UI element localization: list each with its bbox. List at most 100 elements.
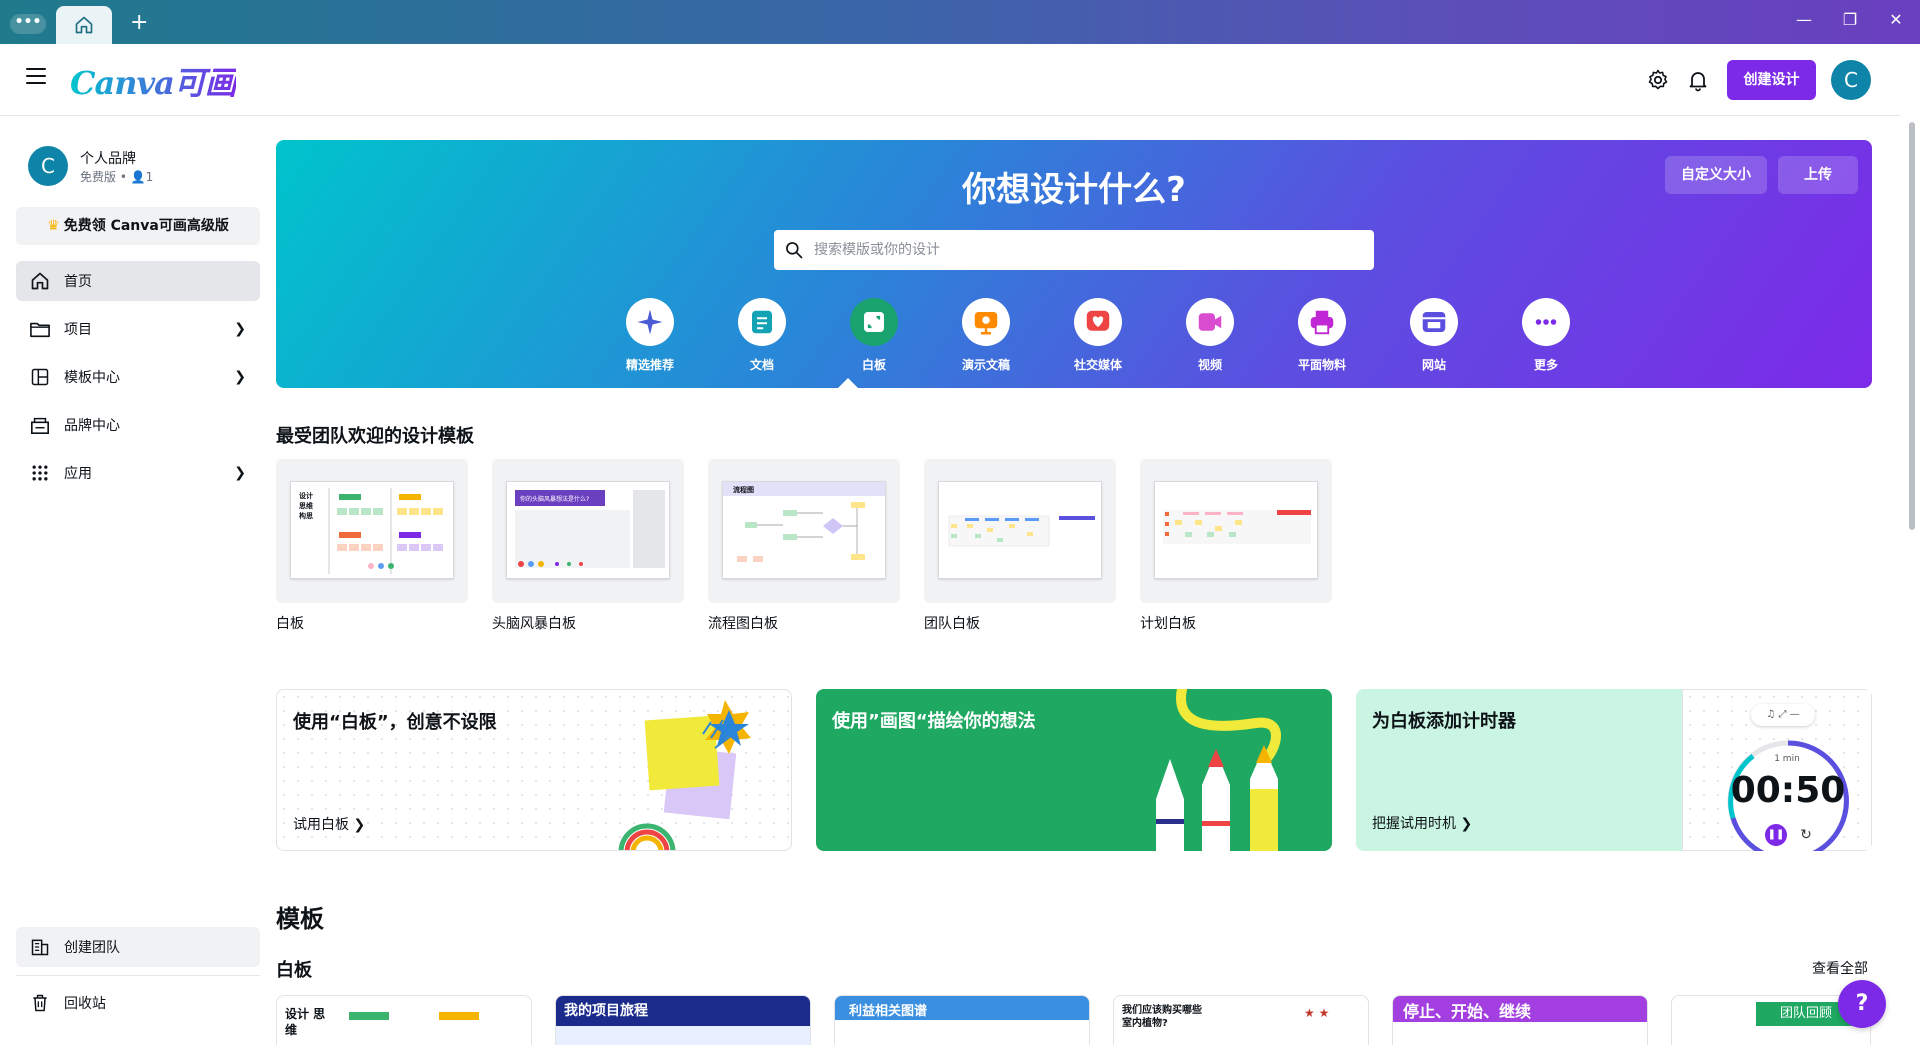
- printer-icon: [1298, 298, 1346, 346]
- template-card-title: 设计 思维: [285, 1007, 326, 1037]
- category-social-media[interactable]: 社交媒体: [1048, 298, 1148, 373]
- template-card-flowchart[interactable]: 流程图 流程图白板: [708, 459, 900, 633]
- template-thumbnail: 设计 思维 构思: [276, 459, 468, 603]
- sidebar-item-label: 模板中心: [64, 370, 120, 386]
- brand-icon: [28, 413, 52, 437]
- template-thumbnail: [924, 459, 1116, 603]
- template-card-team-whiteboard[interactable]: 团队白板: [924, 459, 1116, 633]
- upgrade-pro-button[interactable]: ♛ 免费领 Canva可画高级版: [16, 207, 260, 245]
- timer-duration-label: 1 min: [1774, 754, 1800, 764]
- team-avatar: C: [28, 146, 68, 186]
- sidebar-item-templates[interactable]: 模板中心 ❯: [16, 357, 260, 397]
- category-for-you[interactable]: 精选推荐: [600, 298, 700, 373]
- chevron-right-icon: ❯: [234, 369, 246, 385]
- markers-illustration: [1156, 689, 1281, 851]
- home-icon: [75, 16, 93, 34]
- plan-whiteboard-preview: [1154, 481, 1318, 579]
- sidebar-divider: [16, 975, 260, 976]
- reset-icon[interactable]: ↻: [1795, 824, 1817, 846]
- close-button[interactable]: ✕: [1884, 10, 1908, 29]
- sidebar-item-create-team[interactable]: 创建团队: [16, 927, 260, 967]
- settings-icon[interactable]: [1646, 68, 1670, 92]
- category-label: 白板: [861, 358, 886, 372]
- category-label: 社交媒体: [1073, 358, 1122, 372]
- sidebar-item-projects[interactable]: 项目 ❯: [16, 309, 260, 349]
- category-bar: 精选推荐 文档 白板 演示文稿 社交媒体 视频 平面物料 网站 更多: [600, 298, 1570, 378]
- template-card[interactable]: 停止、开始、继续: [1392, 995, 1648, 1045]
- scrollbar-thumb[interactable]: [1909, 122, 1915, 530]
- sidebar-item-label: 项目: [64, 322, 92, 338]
- sidebar-item-apps[interactable]: 应用 ❯: [16, 453, 260, 493]
- chevron-right-icon: ❯: [234, 321, 246, 337]
- upload-button[interactable]: 上传: [1778, 156, 1858, 194]
- chevron-right-icon: ❯: [234, 465, 246, 481]
- sidebar-item-brand[interactable]: 品牌中心: [16, 405, 260, 445]
- template-card-brainstorm[interactable]: 你的头脑风暴想法是什么? 头脑风暴白板: [492, 459, 684, 633]
- promo-title: 使用“白板”，创意不设限: [293, 712, 497, 733]
- category-whiteboard[interactable]: 白板: [824, 298, 924, 373]
- category-label: 平面物料: [1297, 358, 1346, 372]
- sidebar: C 个人品牌 免费版 • 👤1 ♛ 免费领 Canva可画高级版 首页 项目 ❯ …: [0, 117, 272, 1040]
- timer-panel: ♫ ⤢ — 1 min 00:50 ❚❚ ↻: [1682, 689, 1872, 851]
- menu-icon[interactable]: [26, 68, 46, 84]
- minimize-button[interactable]: —: [1792, 10, 1816, 29]
- restore-button[interactable]: ❐: [1838, 10, 1862, 29]
- template-card-label: 白板: [276, 616, 304, 632]
- svg-text:思维: 思维: [299, 501, 313, 510]
- promo-card-draw[interactable]: 使用”画图“描绘你的想法: [816, 689, 1332, 851]
- canva-logo[interactable]: Canva可画: [70, 58, 237, 104]
- template-card-title: 我的项目旅程: [564, 1003, 648, 1019]
- promo-link[interactable]: 把握试用时机 ❯: [1372, 813, 1472, 833]
- timer-toolbar: ♫ ⤢ —: [1751, 704, 1815, 726]
- template-thumbnail: 你的头脑风暴想法是什么?: [492, 459, 684, 603]
- category-presentations[interactable]: 演示文稿: [936, 298, 1036, 373]
- see-all-link[interactable]: 查看全部: [1812, 958, 1868, 978]
- search-bar[interactable]: [774, 230, 1374, 270]
- promo-card-timer[interactable]: 为白板添加计时器 把握试用时机 ❯ ♫ ⤢ — 1 min 00:50 ❚❚ ↻: [1356, 689, 1872, 851]
- browser-menu-button[interactable]: •••: [10, 14, 46, 34]
- template-card[interactable]: 利益相关图谱: [834, 995, 1090, 1045]
- template-thumbnail: [1140, 459, 1332, 603]
- category-video[interactable]: 视频: [1160, 298, 1260, 373]
- promo-link-label: 试用白板: [293, 817, 349, 833]
- category-docs[interactable]: 文档: [712, 298, 812, 373]
- sidebar-item-label: 应用: [64, 466, 92, 482]
- template-card[interactable]: 我们应该购买哪些室内植物? ★ ★: [1113, 995, 1369, 1045]
- team-plan: 免费版 • 👤1: [80, 170, 154, 184]
- create-design-button[interactable]: 创建设计: [1727, 60, 1816, 100]
- category-more[interactable]: 更多: [1496, 298, 1596, 373]
- custom-size-button[interactable]: 自定义大小: [1665, 156, 1767, 194]
- template-card-whiteboard[interactable]: 设计 思维 构思 白板: [276, 459, 468, 633]
- promo-link-label: 把握试用时机: [1372, 816, 1456, 832]
- whiteboard-icon: [850, 298, 898, 346]
- template-card-decor: [1393, 1022, 1647, 1045]
- template-card-plan-whiteboard[interactable]: 计划白板: [1140, 459, 1332, 633]
- sidebar-item-trash[interactable]: 回收站: [16, 983, 260, 1023]
- new-tab-button[interactable]: +: [130, 10, 148, 35]
- pause-button[interactable]: ❚❚: [1765, 824, 1787, 846]
- template-card[interactable]: 我的项目旅程: [555, 995, 811, 1045]
- home-tab[interactable]: [56, 6, 112, 44]
- svg-text:你的头脑风暴想法是什么?: 你的头脑风暴想法是什么?: [520, 495, 589, 503]
- promo-title: 使用”画图“描绘你的想法: [832, 711, 1036, 732]
- sparkle-icon: [626, 298, 674, 346]
- whiteboard-preview: 设计 思维 构思: [290, 481, 454, 579]
- category-website[interactable]: 网站: [1384, 298, 1484, 373]
- search-input[interactable]: [814, 242, 1374, 258]
- folder-icon: [28, 317, 52, 341]
- promo-link[interactable]: 试用白板 ❯: [293, 814, 365, 834]
- notification-bell-icon[interactable]: [1686, 68, 1710, 92]
- apps-grid-icon: [28, 461, 52, 485]
- template-card-decor: [556, 1026, 810, 1045]
- template-card[interactable]: 设计 思维: [276, 995, 532, 1045]
- promo-card-whiteboard[interactable]: 使用“白板”，创意不设限 试用白板 ❯: [276, 689, 792, 851]
- template-card-label: 头脑风暴白板: [492, 616, 576, 632]
- help-button[interactable]: ?: [1838, 980, 1886, 1028]
- category-print[interactable]: 平面物料: [1272, 298, 1372, 373]
- timer-display: 00:50: [1730, 770, 1846, 811]
- vertical-scrollbar[interactable]: [1904, 116, 1920, 1040]
- crown-icon: ♛: [47, 218, 60, 234]
- sidebar-item-home[interactable]: 首页: [16, 261, 260, 301]
- user-avatar[interactable]: C: [1831, 60, 1871, 100]
- star-icon: ★ ★: [1304, 1006, 1330, 1020]
